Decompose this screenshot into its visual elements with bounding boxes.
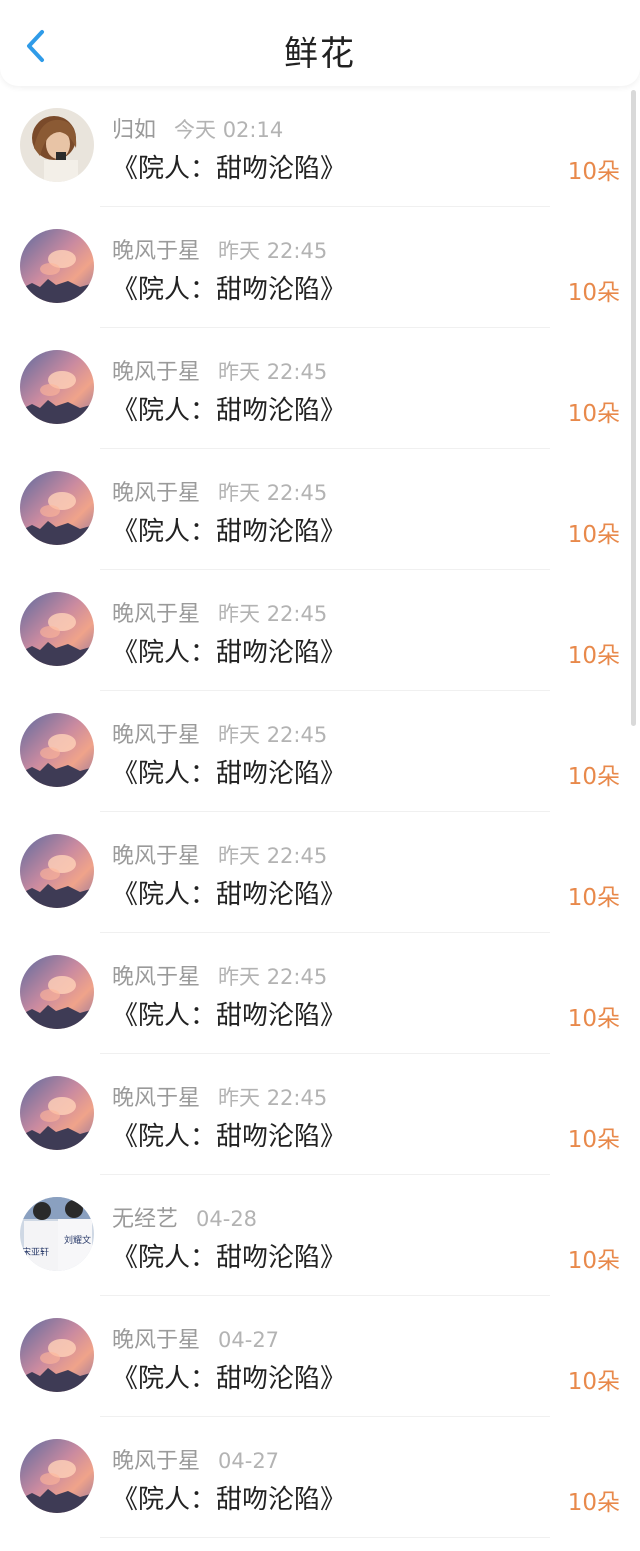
sender-name: 晚风于星: [112, 360, 201, 385]
sender-line: 晚风于星 昨天 22:45: [112, 959, 327, 991]
book-title: 《院人：甜吻沦陷》: [112, 396, 347, 426]
list-item[interactable]: 晚风于星 04-27 《院人：甜吻沦陷》 10朵: [0, 1296, 640, 1417]
avatar[interactable]: [20, 471, 94, 545]
sender-name: 晚风于星: [112, 723, 201, 748]
avatar[interactable]: [20, 592, 94, 666]
avatar[interactable]: [20, 1318, 94, 1392]
sender-line: 晚风于星 04-27: [112, 1322, 279, 1354]
avatar[interactable]: 刘耀文宋亚轩: [20, 1197, 94, 1271]
book-title: 《院人：甜吻沦陷》: [112, 275, 347, 305]
sender-name: 晚风于星: [112, 481, 201, 506]
list-item[interactable]: 晚风于星 昨天 22:45 《院人：甜吻沦陷》 10朵: [0, 328, 640, 449]
gift-time: 昨天 22:45: [218, 481, 328, 505]
list-item[interactable]: 晚风于星 昨天 22:45 《院人：甜吻沦陷》 10朵: [0, 812, 640, 933]
sender-name: 无经艺: [112, 1207, 179, 1232]
list-item[interactable]: 晚风于星 昨天 22:45 《院人：甜吻沦陷》 10朵: [0, 1054, 640, 1175]
list-item[interactable]: 晚风于星 昨天 22:45 《院人：甜吻沦陷》 10朵: [0, 207, 640, 328]
gift-time: 04-28: [196, 1207, 258, 1231]
avatar[interactable]: [20, 834, 94, 908]
flower-count: 10朵: [567, 1490, 620, 1516]
flower-count: 10朵: [567, 764, 620, 790]
gift-time: 昨天 22:45: [218, 965, 328, 989]
sender-name: 归如: [112, 118, 157, 143]
top-nav-bar: 鲜花: [0, 0, 640, 86]
sender-line: 晚风于星 04-27: [112, 1443, 279, 1475]
book-title: 《院人：甜吻沦陷》: [112, 1122, 347, 1152]
book-title: 《院人：甜吻沦陷》: [112, 1485, 347, 1515]
sender-line: 晚风于星 昨天 22:45: [112, 717, 327, 749]
sender-name: 晚风于星: [112, 965, 201, 990]
list-item[interactable]: 归如 今天 02:14 《院人：甜吻沦陷》 10朵: [0, 86, 640, 207]
flower-count: 10朵: [567, 1006, 620, 1032]
book-title: 《院人：甜吻沦陷》: [112, 880, 347, 910]
list-item[interactable]: 刘耀文 宋亚轩 无经艺 04-28 《院人：甜吻沦陷》 10朵: [0, 1175, 640, 1296]
row-divider: [100, 1537, 550, 1538]
book-title: 《院人：甜吻沦陷》: [112, 1364, 347, 1394]
book-title: 《院人：甜吻沦陷》: [112, 759, 347, 789]
book-title: 《院人：甜吻沦陷》: [112, 154, 347, 184]
sender-name: 晚风于星: [112, 844, 201, 869]
avatar[interactable]: [20, 350, 94, 424]
flower-count: 10朵: [567, 885, 620, 911]
flower-count: 10朵: [567, 159, 620, 185]
sender-name: 晚风于星: [112, 1328, 201, 1353]
sender-line: 晚风于星 昨天 22:45: [112, 354, 327, 386]
sender-line: 晚风于星 昨天 22:45: [112, 838, 327, 870]
svg-text:宋亚轩: 宋亚轩: [22, 1246, 49, 1258]
flower-count: 10朵: [567, 1127, 620, 1153]
gift-time: 昨天 22:45: [218, 602, 328, 626]
scrollbar[interactable]: [631, 90, 636, 726]
gift-time: 昨天 22:45: [218, 844, 328, 868]
sender-line: 晚风于星 昨天 22:45: [112, 475, 327, 507]
book-title: 《院人：甜吻沦陷》: [112, 517, 347, 547]
book-title: 《院人：甜吻沦陷》: [112, 1243, 347, 1273]
sender-line: 晚风于星 昨天 22:45: [112, 1080, 327, 1112]
sender-line: 晚风于星 昨天 22:45: [112, 233, 327, 265]
flower-count: 10朵: [567, 1369, 620, 1395]
list-item[interactable]: 晚风于星 昨天 22:45 《院人：甜吻沦陷》 10朵: [0, 570, 640, 691]
gift-time: 昨天 22:45: [218, 360, 328, 384]
list-item[interactable]: 晚风于星 昨天 22:45 《院人：甜吻沦陷》 10朵: [0, 691, 640, 812]
avatar[interactable]: [20, 108, 94, 182]
sender-name: 晚风于星: [112, 602, 201, 627]
list-item[interactable]: 晚风于星 昨天 22:45 《院人：甜吻沦陷》 10朵: [0, 933, 640, 1054]
sender-line: 晚风于星 昨天 22:45: [112, 596, 327, 628]
gift-time: 04-27: [218, 1328, 280, 1352]
flower-count: 10朵: [567, 643, 620, 669]
avatar[interactable]: [20, 713, 94, 787]
sender-name: 晚风于星: [112, 1449, 201, 1474]
flower-gift-list: 归如 今天 02:14 《院人：甜吻沦陷》 10朵 晚风于星 昨天 22:45 《院人：甜吻…: [0, 86, 640, 1538]
flower-count: 10朵: [567, 401, 620, 427]
avatar[interactable]: [20, 1439, 94, 1513]
gift-time: 昨天 22:45: [218, 723, 328, 747]
sender-line: 无经艺 04-28: [112, 1201, 257, 1233]
flower-count: 10朵: [567, 1248, 620, 1274]
svg-text:刘耀文: 刘耀文: [64, 1234, 91, 1246]
avatar[interactable]: [20, 1076, 94, 1150]
book-title: 《院人：甜吻沦陷》: [112, 1001, 347, 1031]
book-title: 《院人：甜吻沦陷》: [112, 638, 347, 668]
gift-time: 昨天 22:45: [218, 1086, 328, 1110]
sender-line: 归如 今天 02:14: [112, 112, 283, 144]
flowers-page: 鲜花 归如 今天 02:14 《院人：甜吻沦陷》 10朵 晚风于星 昨天 22:45 《院人…: [0, 0, 640, 1551]
avatar[interactable]: [20, 229, 94, 303]
gift-time: 今天 02:14: [174, 118, 284, 142]
page-title: 鲜花: [284, 34, 356, 74]
flower-count: 10朵: [567, 522, 620, 548]
sender-name: 晚风于星: [112, 1086, 201, 1111]
avatar[interactable]: [20, 955, 94, 1029]
list-item[interactable]: 晚风于星 04-27 《院人：甜吻沦陷》 10朵: [0, 1417, 640, 1538]
sender-name: 晚风于星: [112, 239, 201, 264]
list-item[interactable]: 晚风于星 昨天 22:45 《院人：甜吻沦陷》 10朵: [0, 449, 640, 570]
gift-time: 昨天 22:45: [218, 239, 328, 263]
flower-count: 10朵: [567, 280, 620, 306]
gift-time: 04-27: [218, 1449, 280, 1473]
